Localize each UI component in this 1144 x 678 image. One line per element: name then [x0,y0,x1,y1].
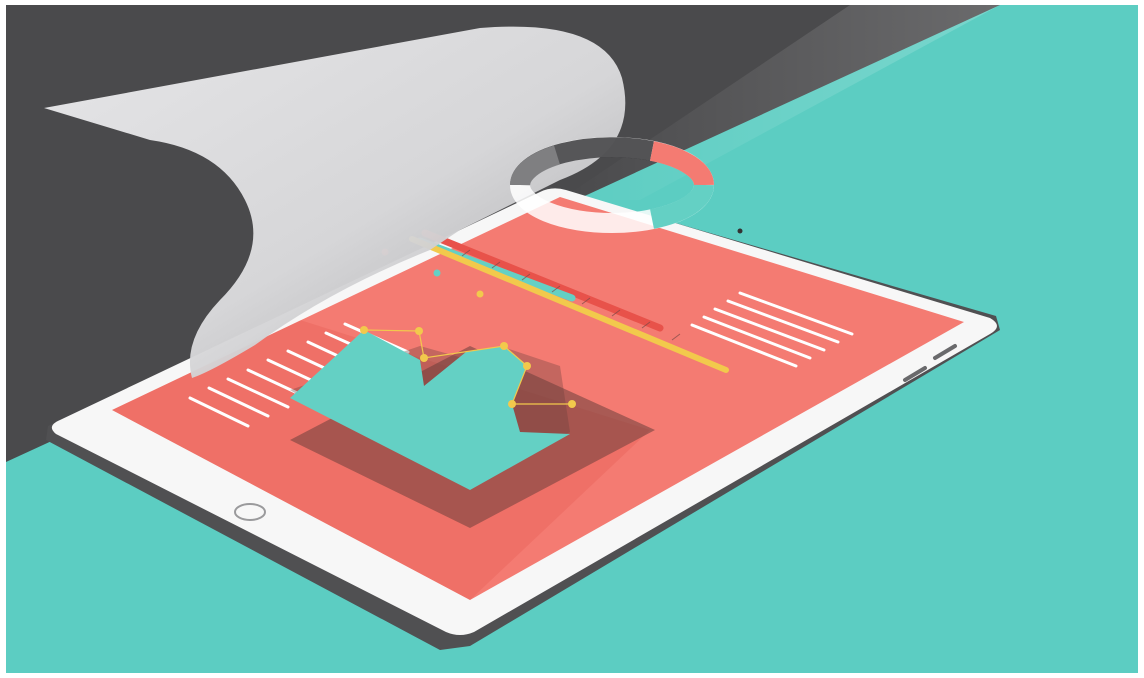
tablet-report-illustration [6,5,1138,673]
legend-dot-yellow [476,290,484,298]
camera-icon [737,228,743,234]
legend-dot-teal [433,269,441,277]
illustration-canvas [0,0,1144,678]
home-button-icon [234,503,266,521]
